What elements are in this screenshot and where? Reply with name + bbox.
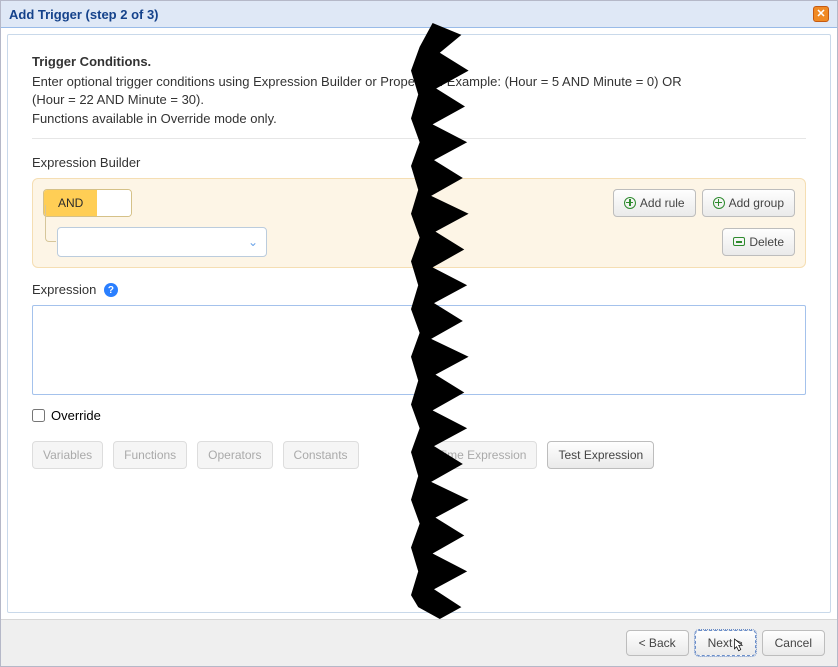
delete-rule-button[interactable]: Delete: [722, 228, 795, 256]
expression-label: Expression: [32, 282, 96, 297]
add-trigger-dialog: Add Trigger (step 2 of 3) ✕ Trigger Cond…: [0, 0, 838, 667]
back-button[interactable]: < Back: [626, 630, 689, 656]
dialog-footer: < Back Next > Cancel: [1, 619, 837, 666]
override-label: Override: [51, 408, 101, 423]
next-button[interactable]: Next >: [695, 630, 756, 656]
add-rule-button[interactable]: Add rule: [613, 189, 696, 217]
delete-label: Delete: [749, 235, 784, 249]
operators-button: Operators: [197, 441, 272, 469]
conjunction-toggle[interactable]: AND: [43, 189, 132, 217]
conjunction-or[interactable]: [97, 190, 131, 216]
plus-icon: [624, 197, 636, 209]
minus-icon: [733, 237, 745, 246]
dialog-header: Add Trigger (step 2 of 3) ✕: [1, 1, 837, 28]
constants-button: Constants: [283, 441, 359, 469]
chevron-down-icon: ⌄: [248, 235, 258, 249]
plus-icon: [713, 197, 725, 209]
add-group-label: Add group: [729, 196, 784, 210]
rule-field-select[interactable]: ⌄: [57, 227, 267, 257]
add-rule-label: Add rule: [640, 196, 685, 210]
close-icon[interactable]: ✕: [813, 6, 829, 22]
dialog-title: Add Trigger (step 2 of 3): [9, 7, 159, 22]
cancel-button[interactable]: Cancel: [762, 630, 825, 656]
section-heading: Trigger Conditions.: [32, 54, 151, 69]
test-expression-button[interactable]: Test Expression: [547, 441, 654, 469]
override-checkbox[interactable]: [32, 409, 45, 422]
functions-button: Functions: [113, 441, 187, 469]
help-icon[interactable]: ?: [104, 283, 118, 297]
add-group-button[interactable]: Add group: [702, 189, 795, 217]
variables-button: Variables: [32, 441, 103, 469]
